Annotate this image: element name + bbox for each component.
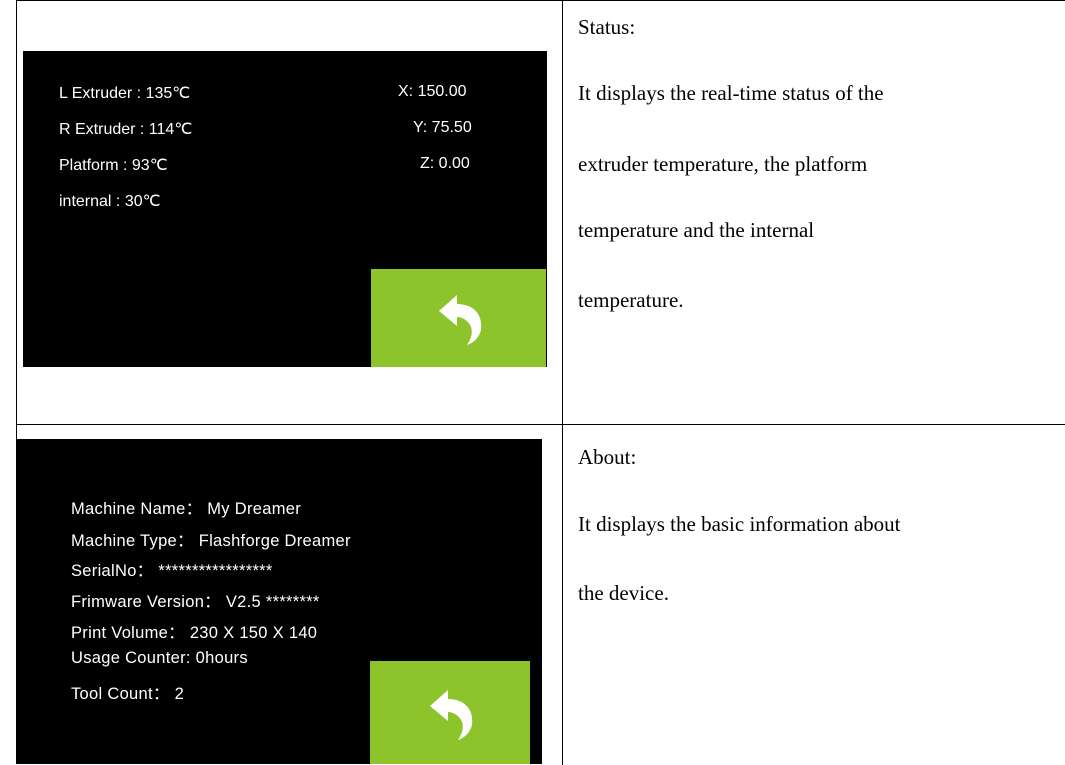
print-volume: Print Volume： 230 X 150 X 140 bbox=[71, 624, 318, 642]
return-arrow-icon bbox=[430, 689, 473, 740]
x-position: X: 150.00 bbox=[398, 83, 467, 100]
status-screen: L Extruder : 135℃ R Extruder : 114℃ Plat… bbox=[23, 51, 547, 367]
status-desc-line: It displays the real-time status of the bbox=[578, 81, 884, 105]
status-desc-line: temperature and the internal bbox=[578, 218, 815, 242]
firmware-version: Frimware Version： V2.5 ******** bbox=[71, 593, 320, 611]
platform-temp: Platform : 93℃ bbox=[59, 157, 168, 174]
machine-name: Machine Name： My Dreamer bbox=[71, 500, 302, 518]
l-extruder-temp: L Extruder : 135℃ bbox=[59, 85, 191, 102]
manual-table: L Extruder : 135℃ R Extruder : 114℃ Plat… bbox=[16, 0, 1065, 765]
z-position: Z: 0.00 bbox=[420, 155, 470, 172]
internal-temp: internal : 30℃ bbox=[59, 193, 161, 210]
r-extruder-temp: R Extruder : 114℃ bbox=[59, 121, 193, 138]
about-description-cell: About: It displays the basic information… bbox=[563, 425, 1065, 765]
back-button[interactable] bbox=[370, 661, 530, 764]
status-screen-cell: L Extruder : 135℃ R Extruder : 114℃ Plat… bbox=[17, 1, 563, 425]
back-button[interactable] bbox=[371, 269, 546, 367]
usage-counter: Usage Counter: 0hours bbox=[71, 649, 248, 667]
status-title: Status: bbox=[578, 15, 636, 39]
tool-count: Tool Count： 2 bbox=[71, 685, 185, 703]
status-desc-line: temperature. bbox=[578, 288, 684, 312]
serial-number: SerialNo： ***************** bbox=[71, 562, 273, 580]
about-desc-line: It displays the basic information about bbox=[578, 512, 901, 536]
about-screen: Machine Name： My Dreamer Machine Type： F… bbox=[17, 439, 542, 764]
about-screen-cell: Machine Name： My Dreamer Machine Type： F… bbox=[17, 425, 563, 765]
status-description-cell: Status: It displays the real-time status… bbox=[563, 1, 1065, 425]
about-desc-line: the device. bbox=[578, 581, 669, 605]
about-title: About: bbox=[578, 445, 637, 469]
machine-type: Machine Type： Flashforge Dreamer bbox=[71, 532, 351, 550]
return-arrow-icon bbox=[438, 295, 481, 345]
status-desc-line: extruder temperature, the platform bbox=[578, 152, 868, 176]
y-position: Y: 75.50 bbox=[413, 119, 472, 136]
